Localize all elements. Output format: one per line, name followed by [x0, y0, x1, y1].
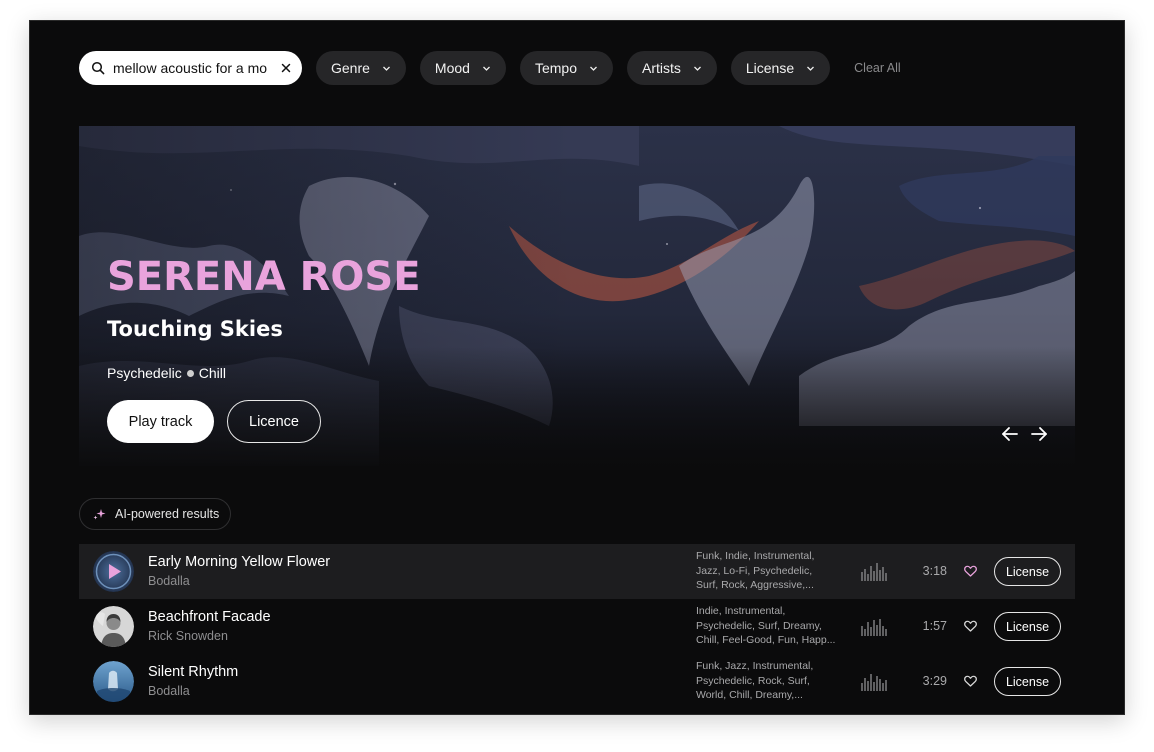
licence-button[interactable]: Licence: [227, 400, 321, 443]
filter-mood[interactable]: Mood: [419, 51, 506, 85]
waveform-icon[interactable]: [861, 617, 889, 637]
hero-tags: Psychedelic Chill: [107, 365, 226, 381]
heart-icon[interactable]: [964, 620, 977, 632]
chevron-down-icon: [590, 66, 597, 71]
license-button[interactable]: License: [994, 612, 1061, 641]
filter-bar: Genre Mood Tempo Artists License Clear A…: [79, 51, 901, 85]
app-window: Genre Mood Tempo Artists License Clear A…: [29, 20, 1125, 715]
track-list: Early Morning Yellow Flower Bodalla Funk…: [79, 544, 1075, 709]
ai-results-badge: AI-powered results: [79, 498, 232, 530]
filter-label: Tempo: [534, 60, 577, 76]
track-tags: Indie, Instrumental, Psychedelic, Surf, …: [696, 605, 836, 646]
filter-artists[interactable]: Artists: [626, 51, 717, 85]
license-button[interactable]: License: [994, 557, 1061, 586]
arrow-left-icon[interactable]: [1001, 426, 1019, 442]
chevron-down-icon: [382, 66, 390, 71]
play-track-button[interactable]: Play track: [107, 400, 214, 443]
filter-license[interactable]: License: [730, 51, 831, 85]
chevron-down-icon: [693, 66, 701, 71]
license-button[interactable]: License: [994, 667, 1061, 696]
search-input[interactable]: [113, 60, 274, 76]
track-tags: Funk, Indie, Instrumental, Jazz, Lo-Fi, …: [696, 550, 815, 591]
waveform-icon[interactable]: [861, 562, 889, 582]
filter-label: Artists: [641, 60, 681, 76]
track-thumbnail[interactable]: [93, 661, 134, 702]
heart-icon[interactable]: [964, 565, 977, 577]
featured-hero: SERENA ROSE Touching Skies Psychedelic C…: [79, 126, 1075, 466]
hero-tag: Psychedelic: [107, 365, 182, 381]
track-row[interactable]: Early Morning Yellow Flower Bodalla Funk…: [79, 544, 1075, 599]
search-icon: [91, 61, 105, 75]
separator-dot: [186, 369, 194, 377]
waveform-icon[interactable]: [861, 672, 889, 692]
hero-artist-name: SERENA ROSE: [107, 254, 421, 300]
search-box[interactable]: [79, 51, 302, 85]
hero-track-title: Touching Skies: [107, 317, 283, 341]
track-title[interactable]: Beachfront Facade: [148, 609, 271, 625]
chevron-down-icon: [482, 66, 490, 71]
track-title[interactable]: Silent Rhythm: [148, 664, 238, 680]
heart-icon[interactable]: [964, 675, 977, 687]
track-duration: 3:29: [922, 674, 947, 688]
track-artist[interactable]: Bodalla: [148, 684, 190, 698]
filter-genre[interactable]: Genre: [316, 51, 406, 85]
filter-label: Genre: [331, 60, 370, 76]
close-icon[interactable]: [280, 62, 292, 74]
clear-all-link[interactable]: Clear All: [854, 61, 901, 75]
filter-label: License: [745, 60, 795, 76]
track-thumbnail[interactable]: [93, 606, 134, 647]
avatar: [93, 606, 134, 647]
filter-label: Mood: [434, 60, 470, 76]
track-row[interactable]: Silent Rhythm Bodalla Funk, Jazz, Instru…: [79, 654, 1075, 709]
hero-tag: Chill: [198, 365, 226, 381]
track-artist[interactable]: Bodalla: [148, 574, 190, 588]
arrow-right-icon[interactable]: [1030, 426, 1048, 442]
sparkle-icon: [93, 508, 106, 519]
track-duration: 1:57: [922, 619, 947, 633]
track-duration: 3:18: [922, 564, 947, 578]
album-art: [93, 661, 134, 702]
chevron-down-icon: [807, 66, 815, 71]
track-title[interactable]: Early Morning Yellow Flower: [148, 554, 330, 570]
track-artist[interactable]: Rick Snowden: [148, 629, 228, 643]
track-row[interactable]: Beachfront Facade Rick Snowden Indie, In…: [79, 599, 1075, 654]
track-thumbnail[interactable]: [93, 551, 134, 592]
filter-tempo[interactable]: Tempo: [519, 51, 613, 85]
ai-badge-label: AI-powered results: [115, 507, 220, 521]
track-tags: Funk, Jazz, Instrumental, Psychedelic, R…: [696, 660, 814, 701]
play-icon: [93, 551, 134, 592]
